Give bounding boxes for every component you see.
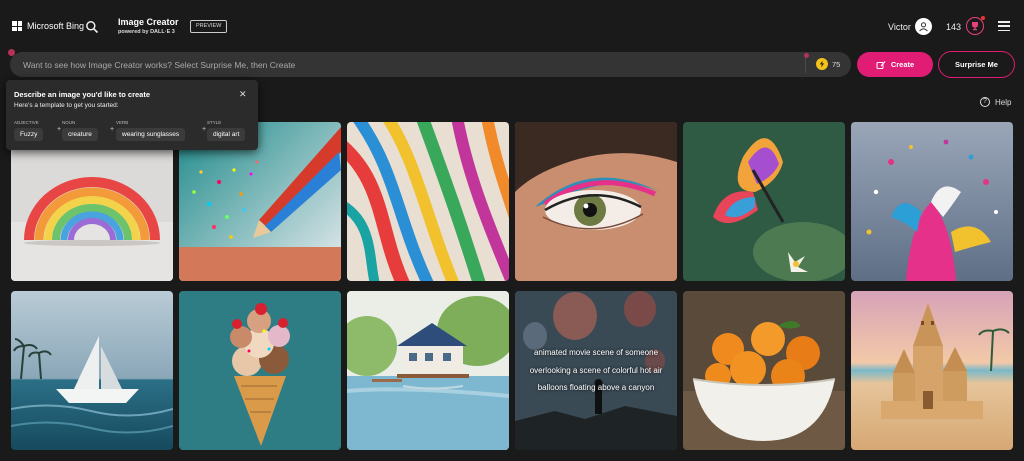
plus-icon: + xyxy=(110,126,115,133)
template-field-noun[interactable]: NOUN creature xyxy=(62,120,98,141)
rewards-count[interactable]: 143 xyxy=(946,22,961,32)
user-name[interactable]: Victor xyxy=(888,22,911,32)
create-button[interactable]: Create xyxy=(857,52,933,77)
template-chip[interactable]: creature xyxy=(62,128,98,141)
plus-icon: + xyxy=(57,126,62,133)
boosts-indicator[interactable]: 75 xyxy=(816,58,840,70)
tooltip-subtitle: Here's a template to get you started: xyxy=(14,102,119,109)
gallery-image-ribbons[interactable] xyxy=(347,122,509,281)
prompt-template-tooltip: Describe an image you'd like to create H… xyxy=(6,80,258,150)
preview-badge: PREVIEW xyxy=(190,20,228,33)
prompt-input[interactable] xyxy=(23,58,793,71)
template-field-adjective[interactable]: ADJECTIVE Fuzzy xyxy=(14,120,44,141)
prompt-indicator-dot xyxy=(8,49,15,56)
boosts-count: 75 xyxy=(832,59,841,69)
gallery-image-hot-air-balloons[interactable]: animated movie scene of someone overlook… xyxy=(515,291,677,450)
gallery-image-butterfly[interactable] xyxy=(683,122,845,281)
close-icon[interactable]: ✕ xyxy=(239,89,247,100)
create-button-label: Create xyxy=(890,60,915,69)
user-avatar-icon[interactable] xyxy=(915,18,932,35)
header: Microsoft Bing Image Creator powered by … xyxy=(0,0,1024,52)
template-field-style[interactable]: STYLE digital art xyxy=(207,120,246,141)
gallery-image-paper-boat[interactable] xyxy=(11,291,173,450)
microsoft-bing-logo[interactable]: Microsoft Bing xyxy=(12,21,84,31)
gallery-image-paint-splash[interactable] xyxy=(851,122,1013,281)
create-icon xyxy=(876,60,886,69)
help-label: Help xyxy=(995,97,1012,107)
template-chip[interactable]: digital art xyxy=(207,128,246,141)
plus-icon: + xyxy=(202,126,207,133)
gallery-image-eye-makeup[interactable] xyxy=(515,122,677,281)
template-chip[interactable]: wearing sunglasses xyxy=(116,128,186,141)
product-title: Image Creator xyxy=(118,17,179,27)
tooltip-title: Describe an image you'd like to create xyxy=(14,90,151,99)
gallery-image-lake-house[interactable] xyxy=(347,291,509,450)
template-field-verb[interactable]: VERB wearing sunglasses xyxy=(116,120,186,141)
help-icon: ? xyxy=(980,97,990,107)
search-icon[interactable] xyxy=(85,20,99,34)
microsoft-logo-icon xyxy=(12,21,22,31)
surprise-me-button[interactable]: Surprise Me xyxy=(938,51,1015,78)
image-caption-overlay: animated movie scene of someone overlook… xyxy=(529,348,663,393)
notification-dot xyxy=(981,16,985,20)
prompt-bar: 75 xyxy=(10,52,851,77)
template-field-label: VERB xyxy=(116,120,129,125)
lightning-coin-icon xyxy=(816,58,828,70)
divider xyxy=(805,56,806,73)
gallery-image-ice-cream-cone[interactable] xyxy=(179,291,341,450)
template-field-label: STYLE xyxy=(207,120,222,125)
gallery-image-oranges-bowl[interactable] xyxy=(683,291,845,450)
template-field-label: NOUN xyxy=(62,120,76,125)
template-chip[interactable]: Fuzzy xyxy=(14,128,44,141)
brand-name: Microsoft Bing xyxy=(27,21,85,31)
boosts-indicator-dot xyxy=(804,53,809,58)
product-title-block[interactable]: Image Creator powered by DALL·E 3 xyxy=(118,17,179,35)
gallery-image-sand-castle[interactable] xyxy=(851,291,1013,450)
help-link[interactable]: ? Help xyxy=(980,97,1011,107)
product-subtitle: powered by DALL·E 3 xyxy=(118,29,175,35)
template-field-label: ADJECTIVE xyxy=(14,120,39,125)
hamburger-menu-icon[interactable] xyxy=(998,21,1010,31)
